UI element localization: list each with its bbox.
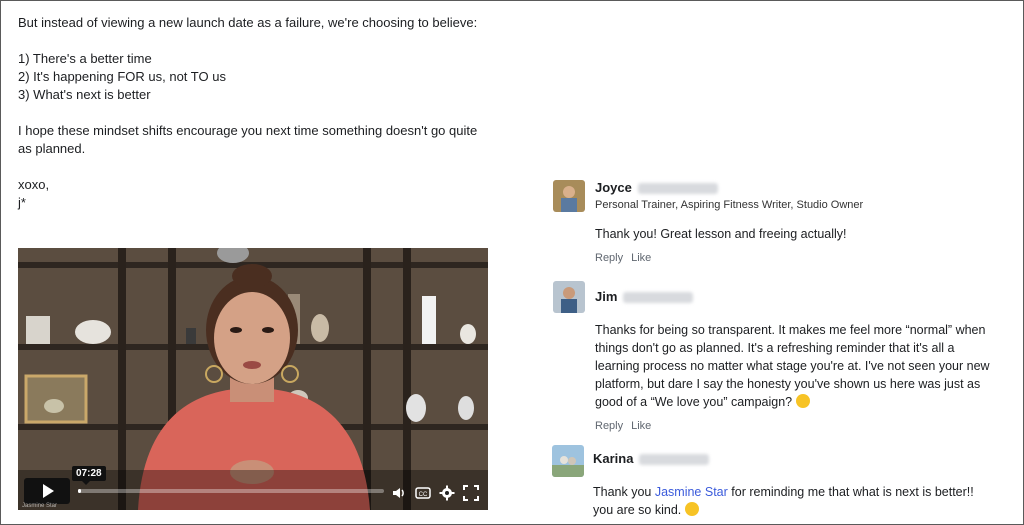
comment-text-line: things don't go as planned. It's a refre… [595, 341, 955, 355]
video-progress-fill [78, 489, 82, 493]
comment-text-line: platform, but dare I say the honesty you… [595, 377, 981, 391]
video-progress-bar[interactable] [78, 489, 384, 493]
play-icon [43, 484, 54, 498]
comment-text: Thanks for being so transparent. It make… [595, 321, 1005, 411]
commenter-subtitle: Personal Trainer, Aspiring Fitness Write… [595, 199, 864, 211]
redacted-surname [623, 292, 694, 304]
smiling-emoji-icon [684, 502, 699, 516]
reply-link[interactable]: Reply [595, 420, 623, 432]
commenter-name[interactable]: Karina [593, 451, 710, 466]
commenter-name[interactable]: Jim [595, 289, 694, 304]
reply-link[interactable]: Reply [595, 252, 623, 264]
comment-text: Thank you! Great lesson and freeing actu… [595, 227, 847, 241]
comment-actions: Reply Like [595, 252, 659, 264]
playhead-time: 07:28 [72, 466, 106, 485]
comment-item: Joyce Personal Trainer, Aspiring Fitness… [553, 180, 1013, 270]
post-line-intro: But instead of viewing a new launch date… [18, 15, 478, 30]
comment-text-line: Thanks for being so transparent. It make… [595, 323, 986, 337]
post-signature: j* [18, 195, 26, 210]
comment-item: Karina Thank you Jasmine Star for remind… [552, 445, 1013, 520]
video-watermark: Jasmine Star [22, 503, 58, 509]
commenter-name[interactable]: Joyce [595, 180, 718, 195]
comment-text-line: good of a “We love you” campaign? [595, 393, 1005, 411]
settings-gear-icon[interactable] [438, 484, 456, 502]
comment-text: Thank you Jasmine Star for reminding me … [593, 483, 1003, 519]
comment-text-line: learning process no matter what stage yo… [595, 359, 990, 373]
volume-icon[interactable] [390, 484, 408, 502]
comment-text-line: Thank you Jasmine Star for reminding me … [593, 485, 974, 499]
like-link[interactable]: Like [631, 420, 651, 432]
post-list-item: 2) It's happening FOR us, not TO us [18, 69, 226, 84]
avatar[interactable] [552, 445, 584, 477]
avatar[interactable] [553, 180, 585, 212]
redacted-surname [639, 454, 710, 466]
post-paragraph-cont: as planned. [18, 141, 86, 156]
mention-link[interactable]: Jasmine Star [655, 485, 728, 499]
post-list-item: 3) What's next is better [18, 87, 151, 102]
video-player[interactable]: 07:28 CC Jasmine Star [18, 248, 488, 510]
grinning-emoji-icon [795, 394, 810, 408]
post-signoff: xoxo, [18, 177, 50, 192]
video-control-icons: CC [390, 484, 480, 502]
closed-captions-icon[interactable]: CC [414, 484, 432, 502]
redacted-surname [637, 183, 718, 195]
avatar[interactable] [553, 281, 585, 313]
post-paragraph: I hope these mindset shifts encourage yo… [18, 123, 478, 138]
fullscreen-icon[interactable] [462, 484, 480, 502]
comment-actions: Reply Like [595, 420, 659, 432]
post-body: But instead of viewing a new launch date… [18, 14, 498, 212]
svg-text:CC: CC [419, 492, 428, 498]
comment-text-line: you are so kind. [593, 501, 1003, 519]
post-list-item: 1) There's a better time [18, 51, 152, 66]
like-link[interactable]: Like [631, 252, 651, 264]
comment-item: Jim Thanks for being so transparent. It … [553, 281, 1013, 436]
play-button[interactable] [24, 478, 70, 504]
